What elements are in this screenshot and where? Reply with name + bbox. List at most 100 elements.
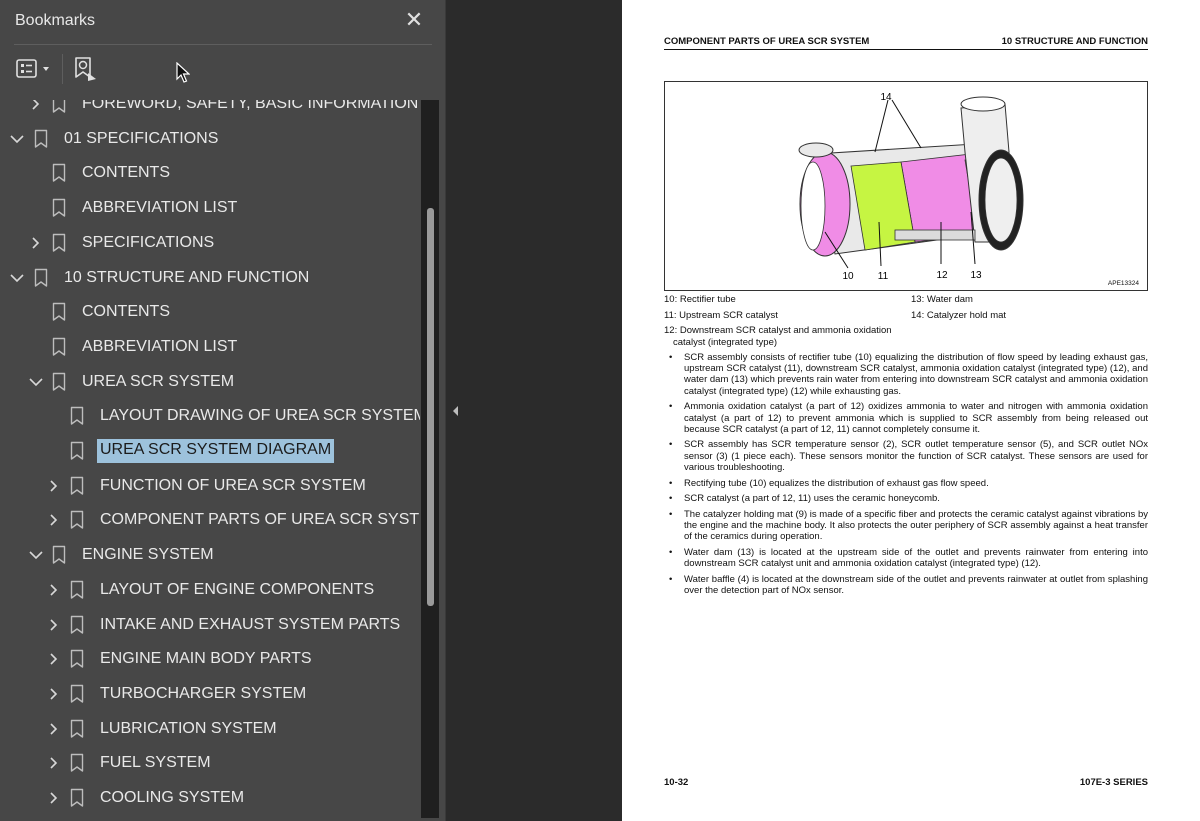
bookmark-label: ENGINE MAIN BODY PARTS: [100, 650, 312, 668]
find-bookmark-icon: [75, 57, 96, 81]
bookmark-icon: [70, 684, 84, 704]
bookmark-item[interactable]: SPECIFICATIONS: [0, 226, 420, 261]
bookmark-icon: [52, 545, 66, 565]
bookmark-item[interactable]: 01 SPECIFICATIONS: [0, 122, 420, 157]
bookmark-item[interactable]: FUEL SYSTEM: [0, 746, 420, 781]
divider: [14, 44, 432, 45]
bookmark-icon: [70, 649, 84, 669]
page-header-left: COMPONENT PARTS OF UREA SCR SYSTEM: [664, 36, 870, 47]
chevron-right-icon[interactable]: [47, 581, 61, 599]
bookmark-label: LAYOUT OF ENGINE COMPONENTS: [100, 580, 375, 598]
bookmark-label: UREA SCR SYSTEM DIAGRAM: [97, 439, 335, 463]
page-header-right: 10 STRUCTURE AND FUNCTION: [1001, 36, 1148, 47]
caption-14: 14: Catalyzer hold mat: [911, 310, 1007, 321]
chevron-right-icon[interactable]: [29, 234, 43, 252]
list-options-icon: [16, 59, 49, 78]
chevron-right-icon[interactable]: [47, 685, 61, 703]
bookmark-icon: [70, 406, 84, 426]
chevron-right-icon[interactable]: [47, 650, 61, 668]
figure-code: APE13324: [1107, 280, 1139, 287]
bookmark-item[interactable]: CONTENTS: [0, 156, 420, 191]
bookmark-item[interactable]: ENGINE SYSTEM: [0, 538, 420, 573]
callout-11: 11: [878, 271, 889, 282]
bookmark-icon: [70, 580, 84, 600]
chevron-down-icon[interactable]: [29, 546, 43, 564]
bookmark-icon: [70, 441, 84, 461]
bookmark-icon: [34, 129, 48, 149]
bookmark-label: 10 STRUCTURE AND FUNCTION: [64, 268, 310, 286]
bullet-item: Ammonia oxidation catalyst (a part of 12…: [664, 401, 1148, 435]
chevron-left-icon: [453, 406, 458, 416]
bookmark-item[interactable]: UREA SCR SYSTEM DIAGRAM: [0, 434, 420, 469]
find-bookmark-button[interactable]: [72, 54, 100, 84]
bookmark-item[interactable]: LAYOUT DRAWING OF UREA SCR SYSTEM: [0, 399, 420, 434]
bookmark-icon: [52, 372, 66, 392]
callout-10: 10: [842, 271, 854, 282]
document-page: COMPONENT PARTS OF UREA SCR SYSTEM 10 ST…: [622, 0, 1200, 821]
close-icon[interactable]: ✕: [400, 6, 428, 34]
chevron-right-icon[interactable]: [29, 100, 43, 113]
bookmark-label: ENGINE SYSTEM: [82, 546, 214, 564]
chevron-right-icon[interactable]: [47, 754, 61, 772]
bookmark-icon: [70, 510, 84, 530]
bookmark-label: UREA SCR SYSTEM: [82, 372, 235, 390]
bookmark-item[interactable]: CONTENTS: [0, 295, 420, 330]
mouse-cursor-icon: [176, 61, 191, 89]
bookmark-item[interactable]: INTAKE AND EXHAUST SYSTEM PARTS: [0, 608, 420, 643]
bullet-item: SCR catalyst (a part of 12, 11) uses the…: [664, 493, 1148, 504]
bookmark-tree: FOREWORD, SAFETY, BASIC INFORMATION 01 SP…: [0, 100, 420, 821]
bookmark-item[interactable]: FUNCTION OF UREA SCR SYSTEM: [0, 469, 420, 504]
bookmark-item[interactable]: LAYOUT OF ENGINE COMPONENTS: [0, 573, 420, 608]
collapse-panel-button[interactable]: [449, 400, 463, 422]
chevron-right-icon[interactable]: [47, 477, 61, 495]
bookmark-item[interactable]: 10 STRUCTURE AND FUNCTION: [0, 261, 420, 296]
caption-13: 13: Water dam: [911, 294, 973, 305]
chevron-right-icon[interactable]: [47, 511, 61, 529]
scr-assembly-figure: 14 10 11 12 13 APE13324: [664, 81, 1148, 291]
bullet-item: Water baffle (4) is located at the downs…: [664, 574, 1148, 596]
scrollbar-thumb[interactable]: [427, 208, 434, 606]
bookmark-item[interactable]: ENGINE MAIN BODY PARTS: [0, 642, 420, 677]
bookmark-item[interactable]: COMPONENT PARTS OF UREA SCR SYSTEM: [0, 503, 420, 538]
bookmark-label: LAYOUT DRAWING OF UREA SCR SYSTEM: [100, 407, 420, 425]
bookmark-item[interactable]: COOLING SYSTEM: [0, 781, 420, 816]
bookmark-item[interactable]: TURBOCHARGER SYSTEM: [0, 677, 420, 712]
bookmark-icon: [70, 753, 84, 773]
bookmark-icon: [70, 476, 84, 496]
bookmark-label: CONTENTS: [82, 164, 170, 182]
bookmark-item[interactable]: LUBRICATION SYSTEM: [0, 712, 420, 747]
bookmark-icon: [52, 198, 66, 218]
bookmark-label: INTAKE AND EXHAUST SYSTEM PARTS: [100, 615, 401, 633]
bookmark-item[interactable]: ABBREVIATION LIST: [0, 330, 420, 365]
page-number: 10-32: [664, 777, 689, 788]
callout-14: 14: [880, 92, 892, 103]
chevron-down-icon[interactable]: [10, 269, 24, 287]
chevron-right-icon[interactable]: [47, 720, 61, 738]
header-rule: [664, 49, 1148, 50]
panel-title: Bookmarks: [15, 12, 96, 29]
bookmark-icon: [52, 233, 66, 253]
viewer-background: [446, 0, 622, 821]
bookmark-label: FOREWORD, SAFETY, BASIC INFORMATION: [82, 100, 419, 112]
bullet-list: SCR assembly consists of rectifier tube …: [664, 352, 1148, 601]
series-label: 107E-3 SERIES: [1079, 777, 1148, 788]
bookmarks-panel: Bookmarks ✕ FOREWORD, SAFETY, BASIC INFO…: [0, 0, 446, 821]
bookmark-label: ABBREVIATION LIST: [82, 199, 238, 217]
bookmark-label: ABBREVIATION LIST: [82, 337, 238, 355]
bookmark-label: 01 SPECIFICATIONS: [64, 129, 219, 147]
caption-12-cont: catalyst (integrated type): [673, 337, 778, 348]
chevron-down-icon[interactable]: [10, 130, 24, 148]
bookmark-label: FUNCTION OF UREA SCR SYSTEM: [100, 476, 366, 494]
bullet-item: The catalyzer holding mat (9) is made of…: [664, 509, 1148, 543]
bullet-item: SCR assembly consists of rectifier tube …: [664, 352, 1148, 397]
chevron-down-icon[interactable]: [29, 373, 43, 391]
bookmark-item[interactable]: ABBREVIATION LIST: [0, 191, 420, 226]
bullet-item: SCR assembly has SCR temperature sensor …: [664, 439, 1148, 473]
bookmark-icon: [70, 788, 84, 808]
options-menu-button[interactable]: [14, 56, 54, 82]
bookmark-label: LUBRICATION SYSTEM: [100, 719, 277, 737]
chevron-right-icon[interactable]: [47, 616, 61, 634]
chevron-right-icon[interactable]: [47, 789, 61, 807]
bookmark-item[interactable]: FOREWORD, SAFETY, BASIC INFORMATION: [0, 100, 420, 122]
bookmark-item[interactable]: UREA SCR SYSTEM: [0, 365, 420, 400]
